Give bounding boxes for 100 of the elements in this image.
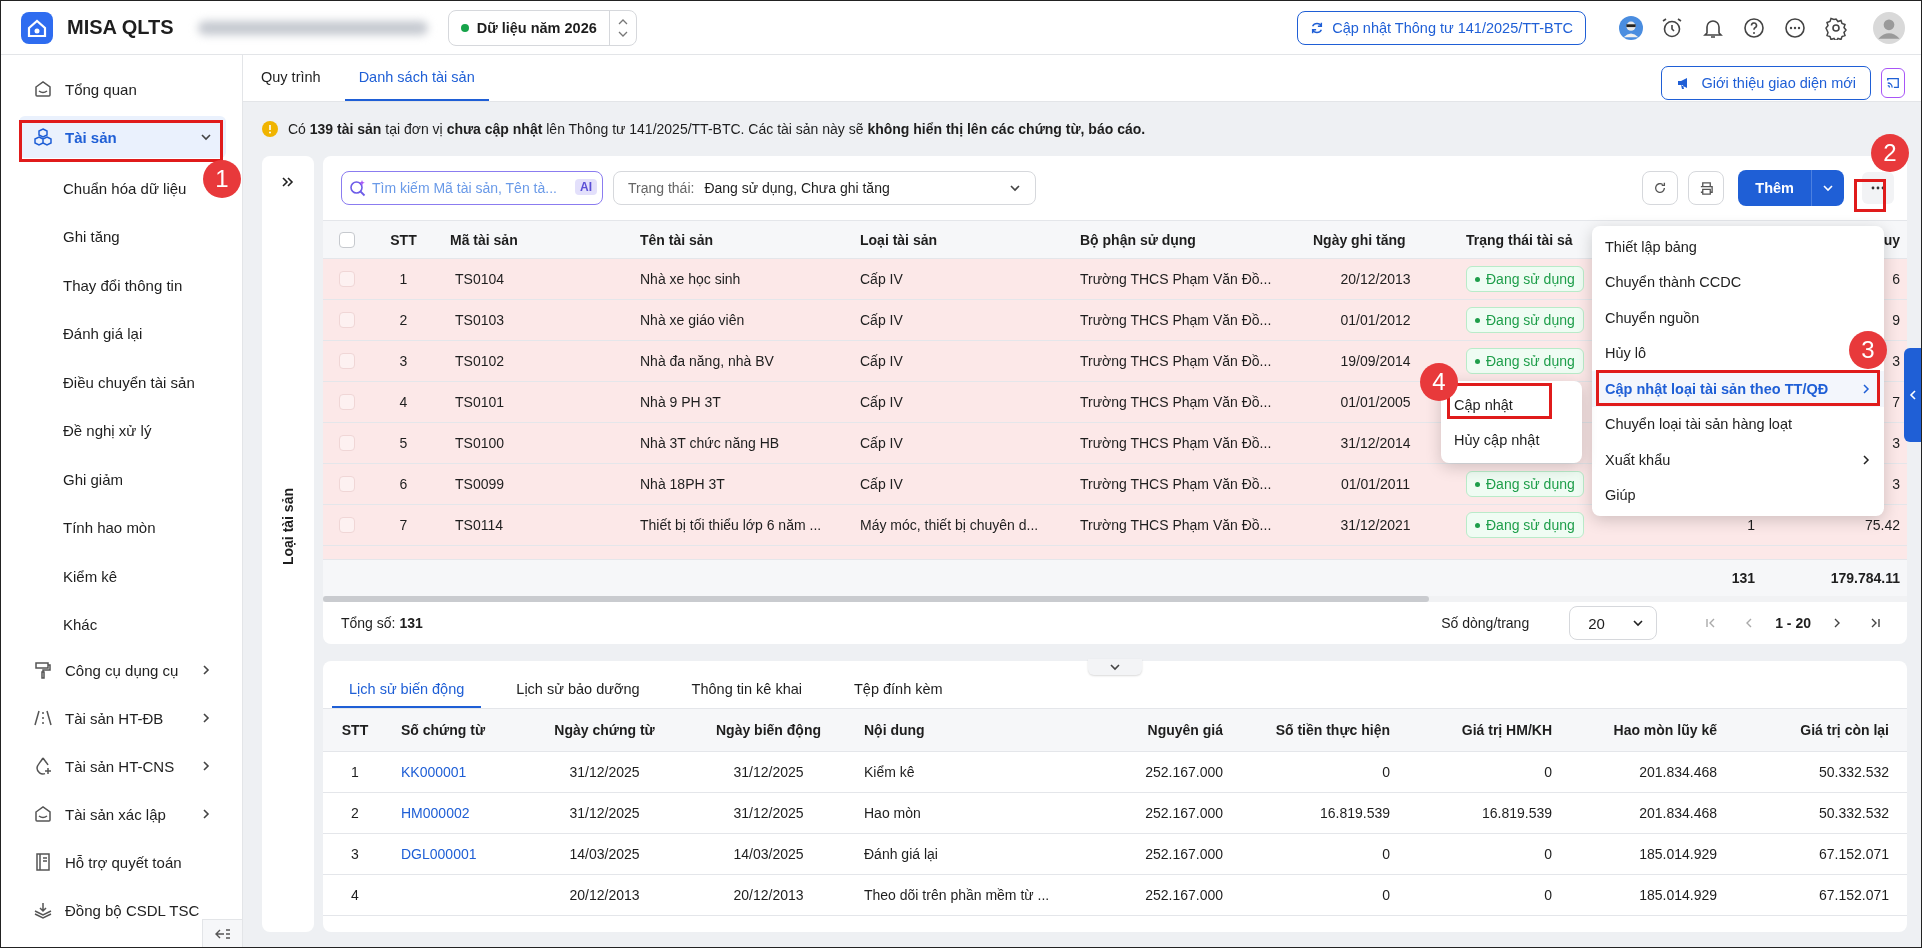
sidebar-subitem[interactable]: Đánh giá lại [1, 309, 151, 358]
sidebar-subitem[interactable]: Thay đổi thông tin [1, 261, 191, 310]
app-name: MISA QLTS [67, 16, 174, 39]
side-panel-title[interactable]: Loại tài sản [280, 488, 296, 566]
refresh-button[interactable] [1642, 171, 1679, 205]
road-icon [33, 708, 53, 728]
table-cell-text: Nhà xe học sinh [639, 271, 742, 287]
alarm-clock-icon[interactable] [1660, 15, 1684, 40]
sidebar-item[interactable]: Tài sản xác lập [19, 793, 226, 835]
sidebar-item[interactable]: Tổng quan [19, 68, 226, 110]
row-checkbox[interactable] [339, 394, 355, 410]
user-avatar-icon[interactable] [1873, 11, 1905, 44]
table-cell-text: Cấp IV [859, 435, 904, 451]
sidebar-subitem[interactable]: Ghi tăng [1, 212, 128, 261]
add-split-button[interactable]: Thêm [1738, 170, 1844, 206]
row-checkbox[interactable] [339, 271, 355, 287]
intro-button[interactable]: Giới thiệu giao diện mới [1660, 66, 1871, 100]
table-cell-text: TS0103 [454, 312, 506, 328]
avatar-icon[interactable] [1619, 15, 1643, 40]
sidebar-subitem[interactable]: Khác [1, 600, 106, 649]
year-selector[interactable]: Dữ liệu năm 2026 [447, 9, 637, 46]
sidebar-subitem[interactable]: Chuẩn hóa dữ liệu [1, 164, 195, 213]
sidebar-item[interactable]: Hỗ trợ quyết toán [19, 841, 226, 883]
row-checkbox[interactable] [339, 517, 355, 533]
page-tab[interactable]: Quy trình [261, 55, 335, 101]
table-cell-text: 67.152.071 [1817, 846, 1890, 862]
table-cell-text: 2 [398, 312, 409, 328]
page-tab[interactable]: Danh sách tài sản [344, 55, 489, 101]
detail-tab[interactable]: Tệp đính kèm [837, 681, 960, 708]
table-cell-text: Cấp IV [859, 394, 904, 410]
update-circular-button[interactable]: Cập nhật Thông tư 141/2025/TT-BTC [1297, 10, 1586, 45]
column-header: uy [1882, 231, 1901, 248]
collapse-sidebar-button[interactable] [202, 919, 242, 947]
table-cell-text: 252.167.000 [1144, 764, 1224, 780]
chevron-right-icon [1862, 453, 1870, 466]
row-checkbox[interactable] [339, 312, 355, 328]
table-cell-text: 3 [1891, 435, 1901, 451]
sidebar-item[interactable]: Công cụ dụng cụ [19, 649, 226, 691]
sidebar-subitem[interactable]: Đề nghị xử lý [1, 406, 160, 455]
menu-item[interactable]: Hủy cập nhật [1441, 422, 1582, 457]
refresh-icon [1310, 20, 1325, 35]
table-cell-text: Trường THCS Phạm Văn Đồ... [1079, 271, 1273, 287]
menu-item[interactable]: Chuyển nguồn [1592, 300, 1714, 336]
chevron-right-icon [200, 664, 212, 676]
collapse-handle[interactable] [1088, 659, 1142, 675]
table-cell-text: TS0104 [454, 271, 506, 287]
table-cell-text: Trường THCS Phạm Văn Đồ... [1079, 312, 1273, 328]
print-button[interactable] [1688, 171, 1725, 205]
table-cell-text: Nhà đa năng, nhà BV [639, 353, 775, 369]
row-checkbox[interactable] [339, 353, 355, 369]
chevron-left-icon [1908, 389, 1917, 401]
row-checkbox[interactable] [339, 435, 355, 451]
more-icon [1871, 186, 1885, 190]
voucher-link[interactable]: DGL000001 [401, 846, 477, 862]
sidebar-subitem[interactable]: Kiểm kê [1, 552, 126, 601]
status-filter[interactable]: Trạng thái: Đang sử dụng, Chưa ghi tăng [613, 171, 1036, 205]
chevron-down-icon [1822, 182, 1834, 194]
sidebar-subitem[interactable]: Ghi giảm [1, 455, 132, 504]
help-icon[interactable] [1742, 15, 1766, 40]
table-cell-text: 01/01/2012 [1339, 312, 1412, 328]
paint-roller-icon [33, 660, 53, 680]
last-page-icon[interactable] [1869, 617, 1881, 629]
table-cell-text: Nhà xe giáo viên [639, 312, 746, 328]
more-options-button[interactable] [1862, 172, 1894, 204]
sidebar-subitem[interactable]: Điều chuyển tài sản [1, 358, 203, 407]
table-cell-text: 31/12/2025 [732, 805, 805, 821]
table-cell-text: 20/12/2013 [1339, 271, 1412, 287]
sidebar-item[interactable]: Tài sản HT-ĐB [19, 697, 226, 739]
step-number: 1 [203, 160, 241, 198]
table-cell-text: Trường THCS Phạm Văn Đồ... [1079, 435, 1273, 451]
cast-button[interactable] [1881, 68, 1905, 98]
rows-per-page-select[interactable]: 20 [1569, 606, 1658, 640]
column-header: Số tiền thực hiện [1274, 722, 1391, 738]
table-cell-text: Theo dõi trên phần mềm từ ... [863, 887, 1051, 903]
sidebar-item[interactable]: Đồng bộ CSDL TSC [19, 889, 226, 931]
scrollbar-thumb[interactable] [323, 596, 1429, 602]
drawer-toggle-button[interactable] [1904, 348, 1921, 442]
select-all-checkbox[interactable] [339, 231, 355, 248]
table-row[interactable]: 7 TS0114 Thiết bị tối thiểu lớp 6 năm ... Máy móc, thiết bị chuyên d... Trường THCS Phạm Văn Đồ... 31/12/2021 Đang sử dụng 1 75.42 [323, 505, 1907, 546]
table-cell-text: TS0100 [454, 435, 506, 451]
row-checkbox[interactable] [339, 476, 355, 492]
table-cell-text: Đánh giá lại [863, 846, 939, 862]
chevron-right-icon [200, 712, 212, 724]
detail-tab[interactable]: Thông tin kê khai [674, 681, 819, 708]
table-cell-text: 0 [1381, 764, 1391, 780]
expand-icon[interactable] [281, 176, 295, 188]
table-cell-text: Nhà 9 PH 3T [639, 394, 722, 410]
voucher-link[interactable]: HM000002 [401, 805, 470, 821]
detail-tab[interactable]: Lịch sử bảo dưỡng [499, 681, 657, 708]
page-range: 1 - 20 [1775, 615, 1811, 631]
table-cell-text: 01/01/2005 [1339, 394, 1412, 410]
menu-item[interactable]: Chuyển thành CCDC [1592, 264, 1756, 300]
sidebar-item[interactable]: Tài sản HT-CNS [19, 745, 226, 787]
voucher-link[interactable]: KK000001 [401, 764, 467, 780]
settings-icon[interactable] [1824, 15, 1848, 40]
sidebar-subitem[interactable]: Tính hao mòn [1, 503, 164, 552]
table-cell-text: 31/12/2021 [1339, 517, 1412, 533]
table-cell-text: 6 [398, 476, 409, 492]
notice-text: Có 139 tài sản tại đơn vị chưa cập nhật lên Thông tư 141/2025/TT-BTC. Các tài sản này sẽ không hiển thị lên các chứng từ, báo cáo. [288, 121, 1146, 137]
more-icon[interactable] [1783, 15, 1807, 40]
